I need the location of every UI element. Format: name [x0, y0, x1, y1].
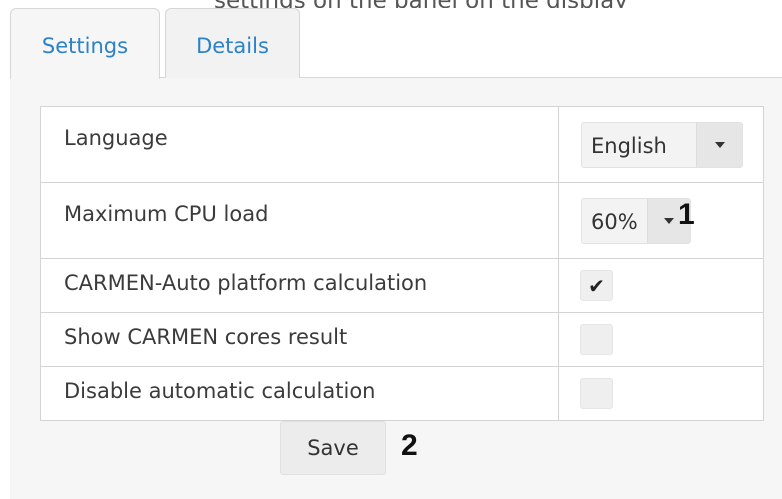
- tab-details[interactable]: Details: [165, 8, 300, 78]
- setting-row-cpu-load: Maximum CPU load 60%: [40, 182, 764, 259]
- caret-down-icon: [664, 218, 674, 224]
- setting-row-disable-auto: Disable automatic calculation: [40, 366, 764, 421]
- carmen-auto-checkbox[interactable]: ✔: [580, 270, 613, 301]
- setting-control-cell: 60%: [558, 182, 764, 259]
- save-button[interactable]: Save: [280, 421, 386, 475]
- cpu-load-label: Maximum CPU load: [64, 202, 269, 226]
- carmen-auto-label: CARMEN-Auto platform calculation: [64, 271, 428, 295]
- language-select[interactable]: English: [581, 122, 743, 168]
- cpu-load-select-value: 60%: [591, 210, 638, 234]
- setting-label-cell: Maximum CPU load: [40, 182, 559, 259]
- setting-label-cell: CARMEN-Auto platform calculation: [40, 258, 559, 313]
- settings-table: Language English Maximum CPU load 60% CA…: [40, 106, 764, 421]
- checkmark-icon: ✔: [588, 273, 605, 298]
- language-select-value: English: [591, 134, 667, 158]
- setting-row-carmen-auto: CARMEN-Auto platform calculation ✔: [40, 258, 764, 313]
- setting-control-cell: ✔: [558, 258, 764, 313]
- setting-label-cell: Language: [40, 106, 559, 183]
- cpu-load-select[interactable]: 60%: [581, 198, 691, 244]
- language-label: Language: [64, 126, 168, 150]
- show-cores-checkbox[interactable]: [580, 324, 613, 355]
- setting-label-cell: Show CARMEN cores result: [40, 312, 559, 367]
- caret-down-icon: [714, 142, 725, 148]
- setting-control-cell: English: [558, 106, 764, 183]
- tab-settings[interactable]: Settings: [10, 8, 160, 79]
- tab-details-label: Details: [196, 34, 269, 58]
- language-dropdown-button[interactable]: [696, 123, 742, 167]
- clipped-caption: settings on the panel on the display: [0, 0, 782, 8]
- annotation-marker-2: 2: [401, 429, 418, 462]
- disable-auto-label: Disable automatic calculation: [64, 379, 376, 403]
- caption-text: settings on the panel on the display: [214, 0, 628, 8]
- setting-control-cell: [558, 312, 764, 367]
- setting-row-language: Language English: [40, 106, 764, 183]
- tab-settings-label: Settings: [41, 34, 129, 58]
- annotation-marker-1: 1: [678, 198, 695, 231]
- setting-control-cell: [558, 366, 764, 421]
- setting-row-show-cores: Show CARMEN cores result: [40, 312, 764, 367]
- disable-auto-checkbox[interactable]: [580, 378, 613, 409]
- setting-label-cell: Disable automatic calculation: [40, 366, 559, 421]
- show-cores-label: Show CARMEN cores result: [64, 325, 348, 349]
